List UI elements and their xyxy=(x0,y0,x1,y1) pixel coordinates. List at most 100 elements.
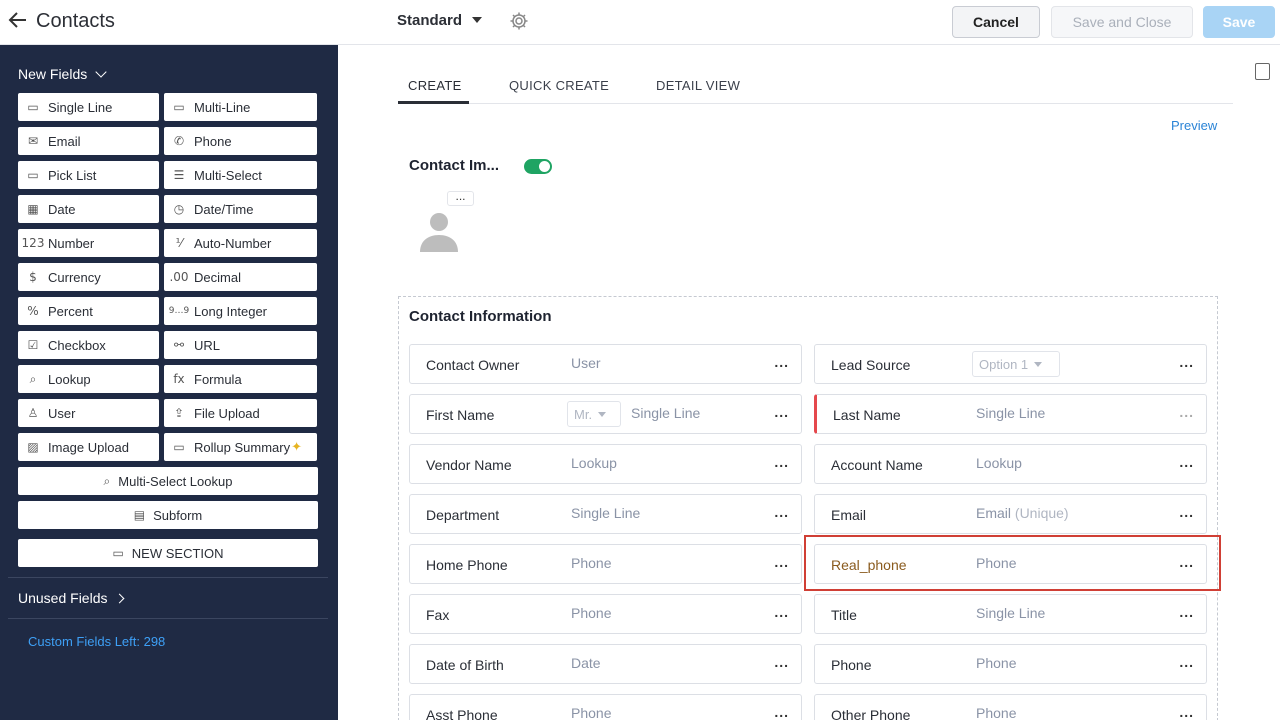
contact-image-label: Contact Im... xyxy=(409,157,500,174)
field-row-title[interactable]: Title Single Line ... xyxy=(814,594,1207,634)
field-row-first-name[interactable]: First Name Mr. Single Line ... xyxy=(409,394,802,434)
field-type-file-upload[interactable]: ⇪ File Upload xyxy=(164,399,317,427)
contact-image-toggle[interactable] xyxy=(524,159,552,174)
field-label: Lead Source xyxy=(831,357,911,373)
field-label: Home Phone xyxy=(426,557,508,573)
more-options-icon[interactable]: ... xyxy=(774,354,789,370)
more-options-icon[interactable]: ... xyxy=(447,190,474,206)
chevron-right-icon xyxy=(114,593,124,603)
more-options-icon[interactable]: ... xyxy=(774,654,789,670)
field-type-email[interactable]: ✉ Email xyxy=(18,127,159,155)
field-type-number[interactable]: 123 Number xyxy=(18,229,159,257)
field-label: Title xyxy=(831,607,857,623)
field-type: User xyxy=(571,355,601,371)
field-row-last-name[interactable]: Last Name Single Line ... xyxy=(814,394,1207,434)
field-label: Contact Owner xyxy=(426,357,520,373)
arrow-left-icon[interactable] xyxy=(8,10,30,34)
field-type: Lookup xyxy=(571,455,617,471)
field-type-formula[interactable]: fx Formula xyxy=(164,365,317,393)
field-type-auto-number[interactable]: ⅟ Auto-Number xyxy=(164,229,317,257)
field-type-currency[interactable]: $ Currency xyxy=(18,263,159,291)
custom-fields-left: Custom Fields Left: 298 xyxy=(28,634,166,649)
field-row-phone[interactable]: Phone Phone ... xyxy=(814,644,1207,684)
field-row-date-of-birth[interactable]: Date of Birth Date ... xyxy=(409,644,802,684)
field-row-vendor-name[interactable]: Vendor Name Lookup ... xyxy=(409,444,802,484)
help-panel-icon[interactable] xyxy=(1255,63,1270,80)
field-type: Phone xyxy=(571,605,612,621)
tab-create[interactable]: CREATE xyxy=(408,78,462,93)
lead-source-select: Option 1 xyxy=(972,351,1060,377)
more-options-icon[interactable]: ... xyxy=(1179,654,1194,670)
field-type-label: Phone xyxy=(194,133,232,149)
field-type: Single Line xyxy=(976,605,1046,621)
multi-select-lookup-button[interactable]: ⌕ Multi-Select Lookup xyxy=(18,467,318,495)
new-section-button[interactable]: ▭ NEW SECTION xyxy=(18,539,318,567)
more-options-icon[interactable]: ... xyxy=(774,504,789,520)
image-upload-icon: ▨ xyxy=(27,440,39,454)
unique-suffix: (Unique) xyxy=(1014,505,1069,521)
layout-selector[interactable]: Standard xyxy=(397,12,462,29)
field-row-lead-source[interactable]: Lead Source Option 1 ... xyxy=(814,344,1207,384)
field-label: Other Phone xyxy=(831,707,911,720)
more-options-icon[interactable]: ... xyxy=(1179,354,1194,370)
field-type-multi-select[interactable]: ☰ Multi-Select xyxy=(164,161,317,189)
field-type-rollup-summary[interactable]: ▭ Rollup Summary ✦ xyxy=(164,433,317,461)
field-row-account-name[interactable]: Account Name Lookup ... xyxy=(814,444,1207,484)
new-section-label: NEW SECTION xyxy=(131,545,224,561)
field-type-label: Date/Time xyxy=(194,201,254,217)
more-options-icon[interactable]: ... xyxy=(774,454,789,470)
tab-quick-create[interactable]: QUICK CREATE xyxy=(509,78,609,93)
subform-button[interactable]: ▤ Subform xyxy=(18,501,318,529)
field-type-single-line[interactable]: ▭ Single Line xyxy=(18,93,159,121)
field-type: Single Line xyxy=(571,505,641,521)
section-icon: ▭ xyxy=(112,546,124,560)
more-options-icon[interactable]: ... xyxy=(774,604,789,620)
field-label: Account Name xyxy=(831,457,923,473)
more-options-icon[interactable]: ... xyxy=(774,704,789,720)
save-button[interactable]: Save xyxy=(1203,6,1275,38)
salutation-value: Mr. xyxy=(574,406,593,422)
field-type-multi-line[interactable]: ▭ Multi-Line xyxy=(164,93,317,121)
salutation-select: Mr. xyxy=(567,401,621,427)
new-fields-toggle[interactable]: New Fields xyxy=(18,66,107,82)
field-type-long-integer[interactable]: 9…9 Long Integer xyxy=(164,297,317,325)
field-type-lookup[interactable]: ⌕ Lookup xyxy=(18,365,159,393)
field-row-email[interactable]: Email Email (Unique) ... xyxy=(814,494,1207,534)
chevron-down-icon[interactable] xyxy=(472,17,482,23)
field-row-contact-owner[interactable]: Contact Owner User ... xyxy=(409,344,802,384)
field-type-url[interactable]: ⚯ URL xyxy=(164,331,317,359)
field-type-label: File Upload xyxy=(194,405,260,421)
gear-icon[interactable] xyxy=(509,11,529,31)
field-type-date[interactable]: ▦ Date xyxy=(18,195,159,223)
currency-icon: $ xyxy=(29,270,37,284)
multi-select-lookup-label: Multi-Select Lookup xyxy=(118,473,233,489)
unused-fields-toggle[interactable]: Unused Fields xyxy=(18,590,124,606)
field-row-department[interactable]: Department Single Line ... xyxy=(409,494,802,534)
field-type-pick-list[interactable]: ▭ Pick List xyxy=(18,161,159,189)
field-type-date-time[interactable]: ◷ Date/Time xyxy=(164,195,317,223)
field-row-fax[interactable]: Fax Phone ... xyxy=(409,594,802,634)
field-type-label: Pick List xyxy=(48,167,97,183)
field-type-checkbox[interactable]: ☑ Checkbox xyxy=(18,331,159,359)
cancel-button[interactable]: Cancel xyxy=(952,6,1040,38)
field-type-user[interactable]: ♙ User xyxy=(18,399,159,427)
field-type-percent[interactable]: % Percent xyxy=(18,297,159,325)
field-label: First Name xyxy=(426,407,495,423)
more-options-icon[interactable]: ... xyxy=(774,554,789,570)
field-row-other-phone[interactable]: Other Phone Phone ... xyxy=(814,694,1207,720)
tab-detail-view[interactable]: DETAIL VIEW xyxy=(656,78,740,93)
more-options-icon[interactable]: ... xyxy=(1179,604,1194,620)
field-type-image-upload[interactable]: ▨ Image Upload xyxy=(18,433,159,461)
field-row-home-phone[interactable]: Home Phone Phone ... xyxy=(409,544,802,584)
field-label: Department xyxy=(426,507,500,523)
preview-link[interactable]: Preview xyxy=(1171,118,1217,133)
more-options-icon[interactable]: ... xyxy=(1179,404,1194,420)
field-type-phone[interactable]: ✆ Phone xyxy=(164,127,317,155)
more-options-icon[interactable]: ... xyxy=(1179,504,1194,520)
field-row-asst-phone[interactable]: Asst Phone Phone ... xyxy=(409,694,802,720)
save-and-close-button[interactable]: Save and Close xyxy=(1051,6,1193,38)
more-options-icon[interactable]: ... xyxy=(1179,704,1194,720)
field-type-decimal[interactable]: .00 Decimal xyxy=(164,263,317,291)
more-options-icon[interactable]: ... xyxy=(1179,454,1194,470)
more-options-icon[interactable]: ... xyxy=(774,404,789,420)
